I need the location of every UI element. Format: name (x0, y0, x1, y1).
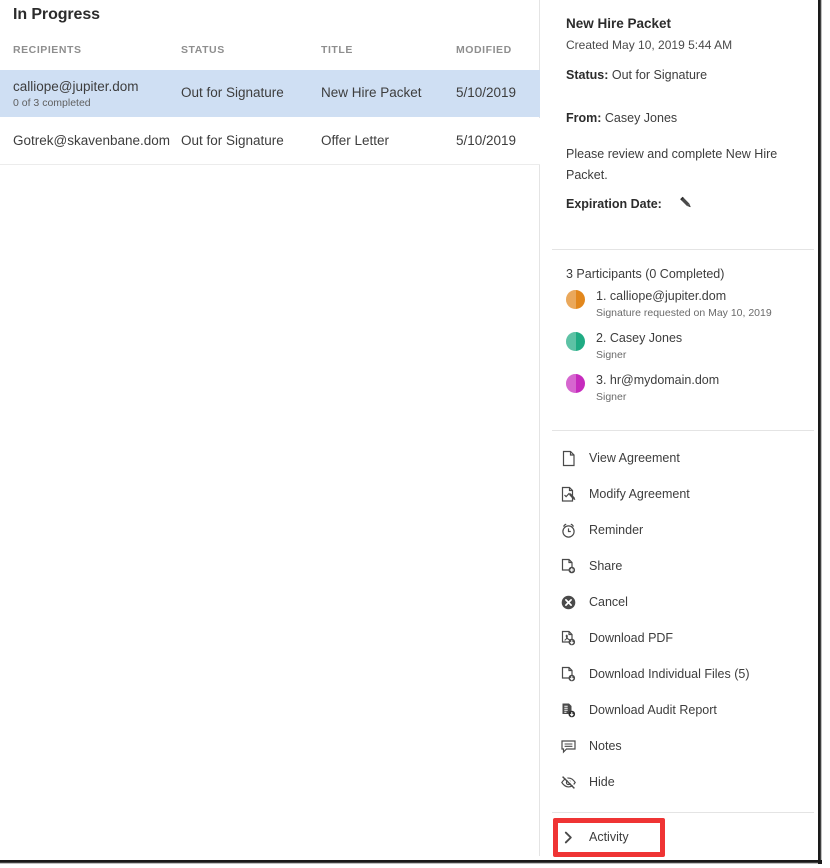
action-view-agreement[interactable]: View Agreement (559, 443, 809, 473)
action-notes[interactable]: Notes (559, 731, 809, 761)
action-label: Hide (589, 775, 615, 789)
agreement-detail-pane: New Hire Packet Created May 10, 2019 5:4… (541, 0, 814, 856)
window-edge-bottom (0, 860, 821, 864)
detail-status-label: Status: (566, 68, 609, 82)
detail-message: Please review and complete New Hire Pack… (566, 147, 778, 182)
avatar (566, 332, 585, 351)
action-reminder[interactable]: Reminder (559, 515, 809, 545)
avatar (566, 290, 585, 309)
document-icon (559, 449, 578, 468)
action-download-audit-report[interactable]: Download Audit Report (559, 695, 809, 725)
cell-recipient: Gotrek@skavenbane.dom (13, 133, 171, 148)
cell-status: Out for Signature (181, 85, 284, 100)
column-header-modified: MODIFIED (456, 44, 512, 56)
action-modify-agreement[interactable]: Modify Agreement (559, 479, 809, 509)
cell-modified: 5/10/2019 (456, 85, 517, 100)
action-download-pdf[interactable]: Download PDF (559, 623, 809, 653)
action-label: Download Audit Report (589, 703, 717, 717)
window-edge-right (818, 0, 822, 860)
detail-expiration-label: Expiration Date: (566, 197, 662, 211)
column-header-title: TITLE (321, 44, 353, 56)
participant-role: Signer (596, 391, 627, 403)
participant-role: Signature requested on May 10, 2019 (596, 307, 772, 319)
action-share[interactable]: Share (559, 551, 809, 581)
download-files-icon (559, 665, 578, 684)
action-download-individual-files[interactable]: Download Individual Files (5) (559, 659, 809, 689)
status-badge: Out for Signature (611, 68, 708, 82)
alarm-clock-icon (559, 521, 578, 540)
divider (552, 249, 814, 250)
detail-document-title: New Hire Packet (566, 16, 672, 31)
list-column-headers: RECIPIENTS STATUS TITLE MODIFIED (0, 44, 540, 66)
detail-status-row: Status: Out for Signature (566, 68, 707, 82)
participant-name: 1. calliope@jupiter.dom (596, 289, 727, 303)
action-label: Share (589, 559, 623, 573)
action-label: Reminder (589, 523, 644, 537)
download-pdf-icon (559, 629, 578, 648)
table-row[interactable]: calliope@jupiter.dom 0 of 3 completed Ou… (0, 70, 540, 117)
avatar (566, 374, 585, 393)
action-label: View Agreement (589, 451, 680, 465)
page-title: In Progress (13, 6, 100, 23)
comment-icon (559, 737, 578, 756)
cell-status: Out for Signature (181, 133, 284, 148)
participant-role: Signer (596, 349, 627, 361)
participant-name: 3. hr@mydomain.dom (596, 373, 720, 387)
detail-from-row: From: Casey Jones (566, 111, 677, 125)
table-row[interactable]: Gotrek@skavenbane.dom Out for Signature … (0, 118, 540, 165)
detail-from-label: From: (566, 111, 602, 125)
participants-heading: 3 Participants (0 Completed) (566, 267, 725, 281)
cell-recipient: calliope@jupiter.dom (13, 79, 139, 94)
cancel-circle-icon (559, 593, 578, 612)
document-add-icon (559, 557, 578, 576)
action-cancel[interactable]: Cancel (559, 587, 809, 617)
detail-from-value: Casey Jones (604, 111, 678, 125)
action-label: Download Individual Files (5) (589, 667, 750, 681)
action-hide[interactable]: Hide (559, 767, 809, 797)
participant-name: 2. Casey Jones (596, 331, 683, 345)
action-label: Activity (589, 830, 629, 844)
detail-created-date: Created May 10, 2019 5:44 AM (566, 38, 733, 52)
cell-title: New Hire Packet (321, 85, 422, 100)
cell-title: Offer Letter (321, 133, 390, 148)
agreement-manager-window: In Progress RECIPIENTS STATUS TITLE MODI… (0, 0, 830, 868)
window-edge-corner (818, 860, 822, 864)
cell-modified: 5/10/2019 (456, 133, 517, 148)
agreement-list-pane: In Progress RECIPIENTS STATUS TITLE MODI… (0, 0, 540, 856)
divider (552, 812, 814, 813)
action-label: Modify Agreement (589, 487, 690, 501)
chevron-right-icon (559, 828, 578, 847)
action-label: Download PDF (589, 631, 674, 645)
column-header-status: STATUS (181, 44, 225, 56)
document-edit-icon (559, 485, 578, 504)
column-header-recipients: RECIPIENTS (13, 44, 82, 56)
download-report-icon (559, 701, 578, 720)
action-activity[interactable]: Activity (559, 822, 809, 852)
action-label: Notes (589, 739, 622, 753)
eye-hidden-icon (559, 773, 578, 792)
divider (552, 430, 814, 431)
action-label: Cancel (589, 595, 628, 609)
cell-completion-status: 0 of 3 completed (13, 97, 91, 109)
pencil-icon[interactable] (677, 194, 695, 212)
